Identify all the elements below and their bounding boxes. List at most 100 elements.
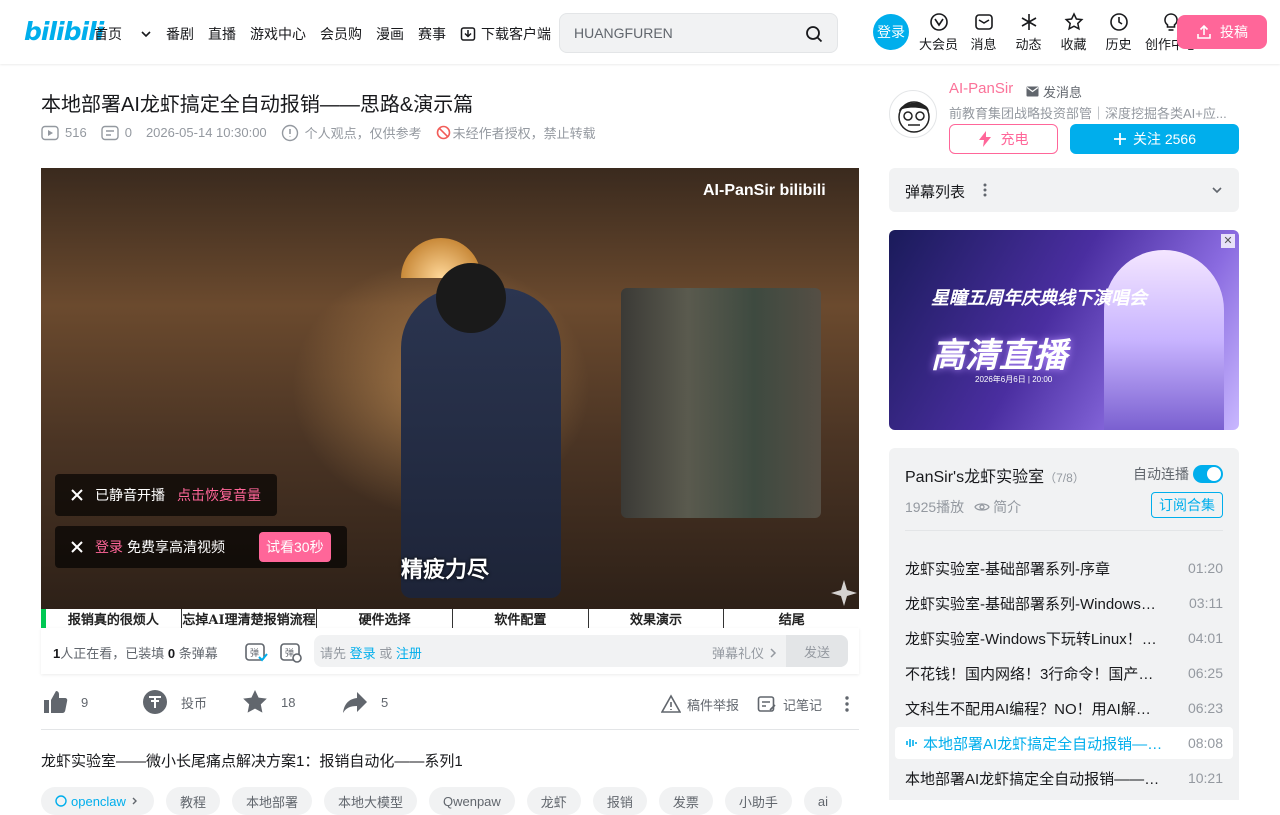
episode-item[interactable]: 文科生不配用AI编程？NO！用AI解决问题 06:23 <box>895 692 1233 724</box>
tag-item[interactable]: 本地部署 <box>231 787 312 815</box>
tag-list: openclaw 教程 本地部署 本地大模型 Qwenpaw 龙虾 报销 发票 … <box>41 787 854 815</box>
divider <box>905 530 1223 531</box>
coin-icon <box>143 690 167 714</box>
copyright-text: 未经作者授权，禁止转载 <box>452 126 596 141</box>
header-favorite[interactable]: 收藏 <box>1051 12 1096 53</box>
tag-item[interactable]: openclaw <box>41 787 154 815</box>
more-vertical-icon[interactable] <box>837 694 857 714</box>
thumbs-up-icon <box>44 691 68 713</box>
danmaku-login-link[interactable]: 登录 <box>350 646 376 661</box>
autoplay-toggle[interactable]: 自动连播 <box>1133 464 1223 484</box>
tag-item[interactable]: 本地大模型 <box>323 787 417 815</box>
figure-head <box>436 263 506 333</box>
chapter-1[interactable]: 报销真的很烦人 <box>41 609 182 628</box>
tag-item[interactable]: 报销 <box>592 787 647 815</box>
episode-title: 本地部署AI龙虾搞定全自动报销——思路&演示篇 <box>923 735 1173 753</box>
header-dynamic[interactable]: 动态 <box>1006 12 1051 53</box>
nav-game[interactable]: 游戏中心 <box>250 24 306 44</box>
collection-title[interactable]: PanSir's龙虾实验室（7/8） <box>905 463 1085 487</box>
tag-item[interactable]: 小助手 <box>724 787 792 815</box>
close-icon[interactable] <box>69 487 85 503</box>
danmaku-toggle-icon[interactable]: 弹 <box>244 640 268 664</box>
danmaku-send-button[interactable]: 发送 <box>786 635 848 667</box>
coin-button[interactable]: 投币 <box>141 688 207 716</box>
nav-manga[interactable]: 漫画 <box>376 24 404 44</box>
watching-info: 1人正在看，已装填 0 条弹幕 <box>53 643 218 662</box>
send-message-button[interactable]: 发消息 <box>1026 82 1082 101</box>
info-icon <box>281 124 298 141</box>
chapter-3[interactable]: 硬件选择 <box>317 609 454 628</box>
report-button[interactable]: 稿件举报 <box>661 694 739 714</box>
chevron-down-icon <box>1212 187 1222 194</box>
header-message[interactable]: 消息 <box>961 12 1006 53</box>
nav-match[interactable]: 赛事 <box>418 24 446 44</box>
restore-volume-link[interactable]: 点击恢复音量 <box>177 485 261 505</box>
episode-item[interactable]: 龙虾实验室-基础部署系列-序章 01:20 <box>895 552 1233 584</box>
tag-item[interactable]: Qwenpaw <box>428 787 515 815</box>
uploader-avatar[interactable] <box>889 90 937 138</box>
ad-close-button[interactable]: ✕ <box>1221 234 1235 248</box>
eye-icon <box>974 503 990 511</box>
uploader-name[interactable]: AI-PanSir <box>949 80 1013 97</box>
nav-mall[interactable]: 会员购 <box>320 24 362 44</box>
collection-title-text: PanSir's龙虾实验室 <box>905 469 1045 486</box>
episode-duration: 03:11 <box>1189 595 1223 611</box>
download-icon <box>460 27 476 41</box>
episode-item-current[interactable]: 本地部署AI龙虾搞定全自动报销——思路&演示篇 08:08 <box>895 727 1233 759</box>
bilibili-logo[interactable]: bilibili <box>24 17 104 46</box>
autoplay-switch[interactable] <box>1193 465 1223 483</box>
episode-item[interactable]: 龙虾实验室-基础部署系列-Windows基础部署 03:11 <box>895 587 1233 619</box>
danmaku-settings-icon[interactable]: 弹 <box>279 640 303 664</box>
chapter-4[interactable]: 软件配置 <box>453 609 589 628</box>
follow-button[interactable]: 关注 2566 <box>1070 124 1239 154</box>
view-count: 516 <box>41 125 87 141</box>
tag-item[interactable]: 教程 <box>165 787 220 815</box>
share-button[interactable]: 5 <box>341 688 388 716</box>
nav-home[interactable]: 首页 <box>94 24 152 44</box>
episode-item[interactable]: 本地部署AI龙虾搞定全自动报销——实操篇 10:21 <box>895 762 1233 794</box>
episode-title: 文科生不配用AI编程？NO！用AI解决问题 <box>905 700 1165 718</box>
upload-label: 投稿 <box>1220 24 1248 40</box>
copyright-notice: 未经作者授权，禁止转载 <box>436 123 596 142</box>
ad-banner[interactable]: 星瞳五周年庆典线下演唱会 高清直播 2026年6月6日 | 20:00 ✕ <box>889 230 1239 430</box>
danmaku-input[interactable]: 请先 登录 或 注册 弹幕礼仪 发送 <box>314 635 848 667</box>
collection-panel: PanSir's龙虾实验室（7/8） 自动连播 1925播放 简介 订阅合集 龙… <box>889 448 1239 800</box>
topic-icon <box>55 795 67 807</box>
trial-30s-button[interactable]: 试看30秒 <box>259 532 331 562</box>
favorite-button[interactable]: 18 <box>241 688 295 716</box>
nav-anime[interactable]: 番剧 <box>166 24 194 44</box>
login-avatar-button[interactable]: 登录 <box>873 14 909 50</box>
episode-item[interactable]: 龙虾实验室-Windows下玩转Linux！WSL部署 04:01 <box>895 622 1233 654</box>
close-icon[interactable] <box>69 539 85 555</box>
header-icon-group: 大会员 消息 动态 收藏 历史 创作中心 <box>916 12 1201 53</box>
like-button[interactable]: 9 <box>41 688 88 716</box>
episode-duration: 06:25 <box>1187 665 1223 681</box>
tag-item[interactable]: 发票 <box>658 787 713 815</box>
upload-button[interactable]: 投稿 <box>1177 15 1267 49</box>
subscribe-collection-button[interactable]: 订阅合集 <box>1151 492 1223 518</box>
tag-item[interactable]: 龙虾 <box>526 787 581 815</box>
ph-pre: 请先 <box>320 646 347 661</box>
search-input[interactable] <box>574 25 794 41</box>
charge-button[interactable]: 充电 <box>949 124 1058 154</box>
danmaku-etiquette-link[interactable]: 弹幕礼仪 <box>712 643 779 662</box>
toast-login-link[interactable]: 登录 <box>95 537 123 557</box>
tag-item[interactable]: ai <box>803 787 842 815</box>
header-history[interactable]: 历史 <box>1096 12 1141 53</box>
search-icon[interactable] <box>805 25 823 43</box>
episode-item[interactable]: 不花钱！国内网络！3行命令！国产龙虾部署 06:25 <box>895 657 1233 689</box>
chapter-5[interactable]: 效果演示 <box>589 609 725 628</box>
danmaku-list-panel[interactable]: 弹幕列表 <box>889 168 1239 212</box>
more-vertical-icon[interactable] <box>981 182 989 198</box>
publish-date: 2026-05-14 10:30:00 <box>145 125 267 140</box>
video-player[interactable]: AI-PanSir bilibili 精疲力尽 已静音开播 点击恢复音量 登录 … <box>41 168 859 628</box>
collection-brief-link[interactable]: 简介 <box>974 497 1021 517</box>
danmaku-register-link[interactable]: 注册 <box>396 646 422 661</box>
muted-text: 已静音开播 <box>95 487 165 503</box>
chapter-6[interactable]: 结尾 <box>724 609 859 628</box>
note-button[interactable]: 记笔记 <box>757 694 822 714</box>
header-vip[interactable]: 大会员 <box>916 12 961 53</box>
nav-live[interactable]: 直播 <box>208 24 236 44</box>
muted-toast: 已静音开播 点击恢复音量 <box>55 474 277 516</box>
chapter-2[interactable]: 忘掉AI理清楚报销流程 <box>182 609 318 628</box>
